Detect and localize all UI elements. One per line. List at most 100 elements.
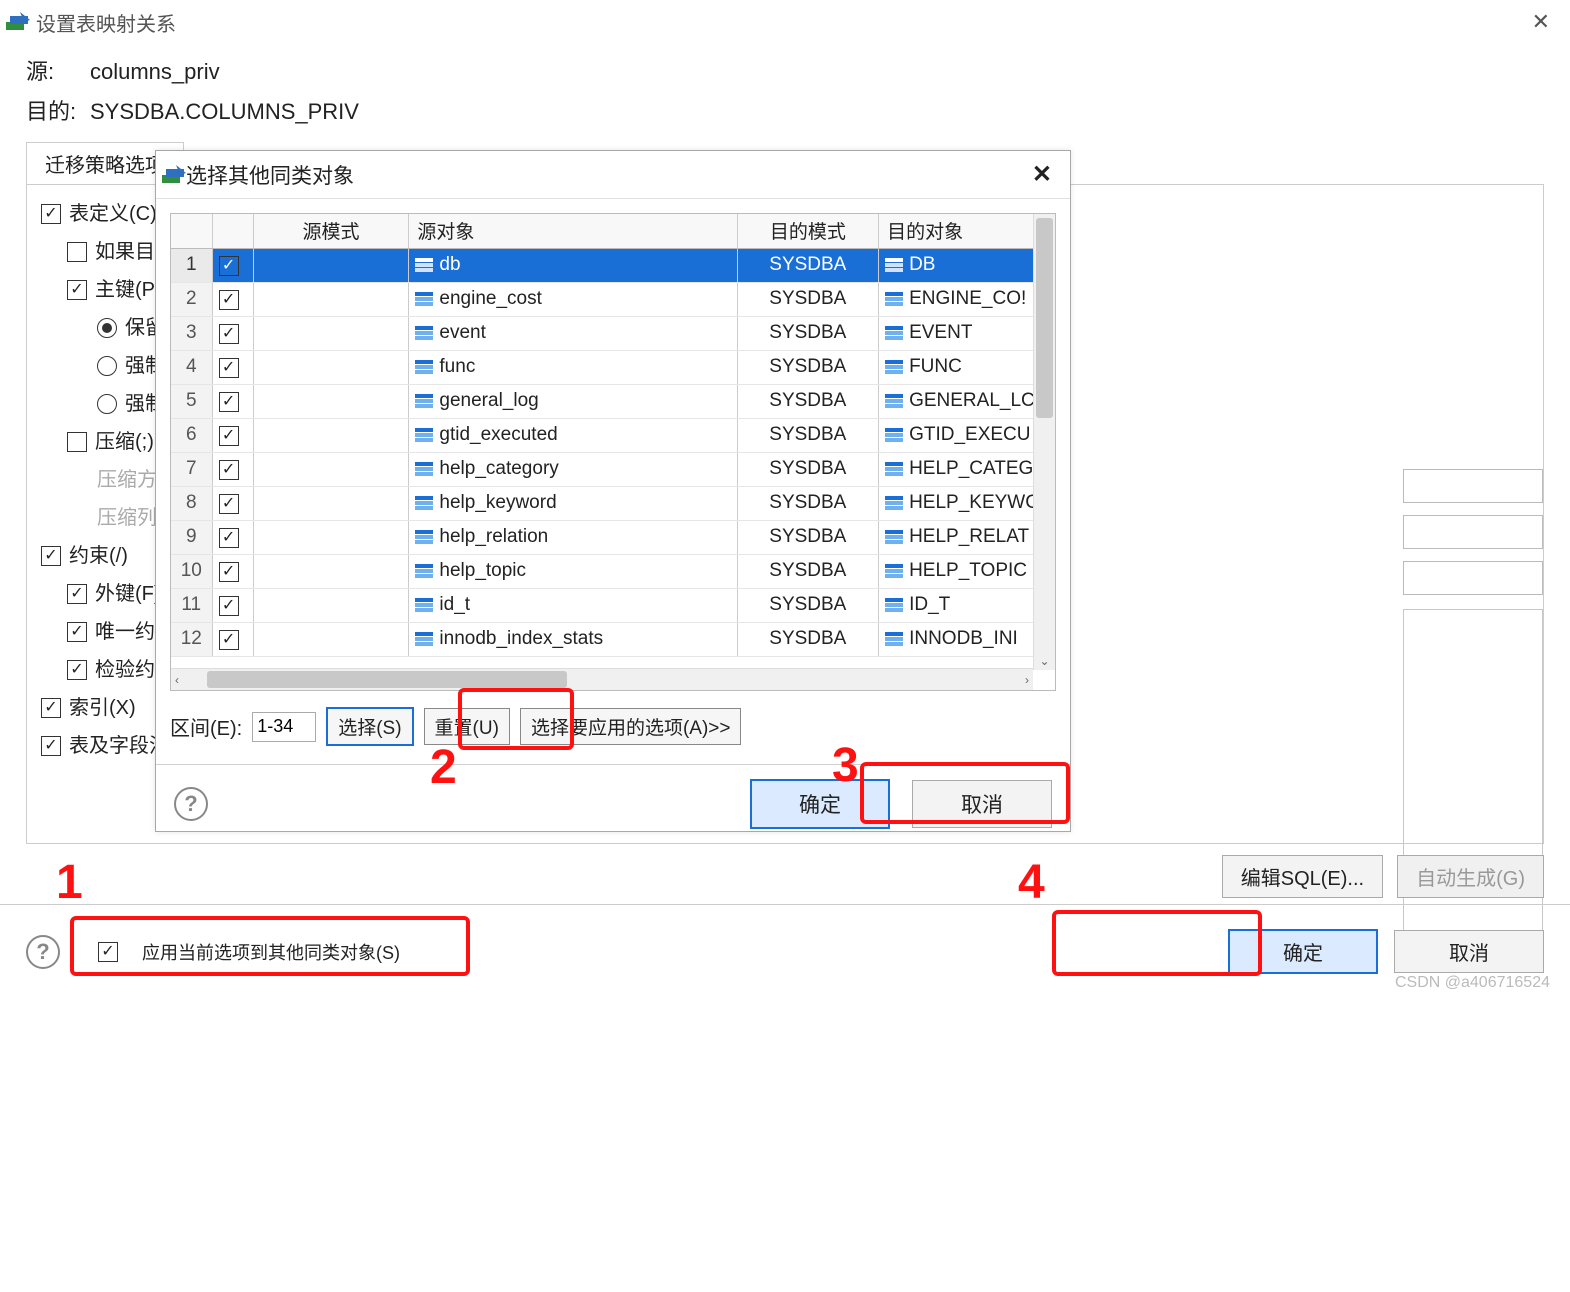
table-row[interactable]: 10help_topicSYSDBAHELP_TOPIC (171, 554, 1055, 588)
vertical-scrollbar[interactable]: ⌄ (1033, 214, 1055, 670)
table-row[interactable]: 8help_keywordSYSDBAHELP_KEYWC (171, 486, 1055, 520)
cell-dst-schema: SYSDBA (737, 282, 879, 316)
dialog-cancel-button[interactable]: 取消 (912, 780, 1052, 828)
col-dst-schema[interactable]: 目的模式 (737, 214, 879, 248)
row-checkbox[interactable] (212, 486, 253, 520)
table-icon (415, 530, 433, 544)
radio-pk-keep[interactable] (97, 318, 117, 338)
table-row[interactable]: 3eventSYSDBAEVENT (171, 316, 1055, 350)
label-fk: 外键(F) (95, 575, 161, 613)
table-row[interactable]: 7help_categorySYSDBAHELP_CATEG (171, 452, 1055, 486)
cell-src-obj: innodb_index_stats (409, 622, 737, 656)
row-checkbox[interactable] (212, 520, 253, 554)
table-icon (885, 326, 903, 340)
apply-options-button[interactable]: 选择要应用的选项(A)>> (520, 708, 742, 745)
cell-src-obj: event (409, 316, 737, 350)
checkbox-if-dest[interactable] (67, 242, 87, 262)
table-row[interactable]: 4funcSYSDBAFUNC (171, 350, 1055, 384)
table-row[interactable]: 2engine_costSYSDBAENGINE_CO! (171, 282, 1055, 316)
source-value: columns_priv (90, 52, 220, 92)
cell-src-schema (253, 350, 409, 384)
row-checkbox[interactable] (212, 622, 253, 656)
dialog-help-icon[interactable]: ? (174, 787, 208, 821)
edit-sql-button[interactable]: 编辑SQL(E)... (1222, 855, 1383, 898)
cell-src-obj: engine_cost (409, 282, 737, 316)
ok-button[interactable]: 确定 (1228, 929, 1378, 974)
row-checkbox[interactable] (212, 350, 253, 384)
dialog-ok-button[interactable]: 确定 (750, 779, 890, 829)
header-block: 源: columns_priv 目的: SYSDBA.COLUMNS_PRIV (0, 44, 1570, 142)
dest-value: SYSDBA.COLUMNS_PRIV (90, 92, 359, 132)
reset-button[interactable]: 重置(U) (424, 708, 510, 745)
row-number: 3 (171, 316, 212, 350)
row-checkbox[interactable] (212, 588, 253, 622)
label-table-field-note: 表及字段注 (69, 727, 169, 765)
table-icon (885, 394, 903, 408)
window-title: 设置表映射关系 (36, 8, 1522, 37)
horizontal-scrollbar[interactable]: ‹› (171, 668, 1033, 690)
cell-src-obj: func (409, 350, 737, 384)
table-icon (885, 258, 903, 272)
col-src-schema[interactable]: 源模式 (253, 214, 409, 248)
col-check[interactable] (212, 214, 253, 248)
checkbox-fk[interactable] (67, 584, 87, 604)
cell-src-schema (253, 248, 409, 282)
checkbox-compress[interactable] (67, 432, 87, 452)
range-input[interactable] (252, 712, 316, 742)
table-icon (885, 292, 903, 306)
table-icon (415, 360, 433, 374)
cell-src-obj: help_category (409, 452, 737, 486)
range-bar: 区间(E): 选择(S) 重置(U) 选择要应用的选项(A)>> (170, 707, 1056, 746)
checkbox-check[interactable] (67, 660, 87, 680)
radio-pk-force-non[interactable] (97, 394, 117, 414)
row-checkbox[interactable] (212, 316, 253, 350)
select-button[interactable]: 选择(S) (326, 707, 413, 746)
radio-pk-force-cluster[interactable] (97, 356, 117, 376)
auto-gen-button[interactable]: 自动生成(G) (1397, 855, 1544, 898)
table-row[interactable]: 11id_tSYSDBAID_T (171, 588, 1055, 622)
row-checkbox[interactable] (212, 418, 253, 452)
cancel-button[interactable]: 取消 (1394, 930, 1544, 973)
row-number: 11 (171, 588, 212, 622)
checkbox-index[interactable] (41, 698, 61, 718)
label-constraint: 约束(/) (69, 537, 128, 575)
cell-dst-schema: SYSDBA (737, 350, 879, 384)
cell-src-schema (253, 486, 409, 520)
table-row[interactable]: 1dbSYSDBADB (171, 248, 1055, 282)
help-icon[interactable]: ? (26, 935, 60, 969)
checkbox-constraint[interactable] (41, 546, 61, 566)
table-icon (415, 632, 433, 646)
table-row[interactable]: 9help_relationSYSDBAHELP_RELAT (171, 520, 1055, 554)
cell-src-schema (253, 418, 409, 452)
row-checkbox[interactable] (212, 554, 253, 588)
table-row[interactable]: 12innodb_index_statsSYSDBAINNODB_INI (171, 622, 1055, 656)
right-input-2[interactable] (1403, 515, 1543, 549)
checkbox-table-def[interactable] (41, 204, 61, 224)
label-index: 索引(X) (69, 689, 136, 727)
table-row[interactable]: 6gtid_executedSYSDBAGTID_EXECU (171, 418, 1055, 452)
row-checkbox[interactable] (212, 384, 253, 418)
col-src-obj[interactable]: 源对象 (409, 214, 737, 248)
table-icon (885, 632, 903, 646)
right-input-3[interactable] (1403, 561, 1543, 595)
cell-src-schema (253, 384, 409, 418)
row-checkbox[interactable] (212, 452, 253, 486)
row-checkbox[interactable] (212, 282, 253, 316)
cell-src-schema (253, 282, 409, 316)
source-label: 源: (26, 52, 90, 92)
cell-src-obj: help_topic (409, 554, 737, 588)
col-rownum[interactable] (171, 214, 212, 248)
checkbox-table-field-note[interactable] (41, 736, 61, 756)
right-input-1[interactable] (1403, 469, 1543, 503)
checkbox-apply-to-others[interactable] (98, 942, 118, 962)
checkbox-pk[interactable] (67, 280, 87, 300)
cell-dst-obj: FUNC (879, 350, 1055, 384)
col-dst-obj[interactable]: 目的对象 (879, 214, 1055, 248)
close-icon[interactable]: ✕ (1522, 9, 1560, 35)
row-number: 1 (171, 248, 212, 282)
dialog-close-icon[interactable]: ✕ (1024, 160, 1060, 189)
row-checkbox[interactable] (212, 248, 253, 282)
select-objects-dialog: 选择其他同类对象 ✕ 源模式 源对象 目的模式 目的对象 (155, 150, 1071, 832)
checkbox-unique[interactable] (67, 622, 87, 642)
table-row[interactable]: 5general_logSYSDBAGENERAL_LC (171, 384, 1055, 418)
